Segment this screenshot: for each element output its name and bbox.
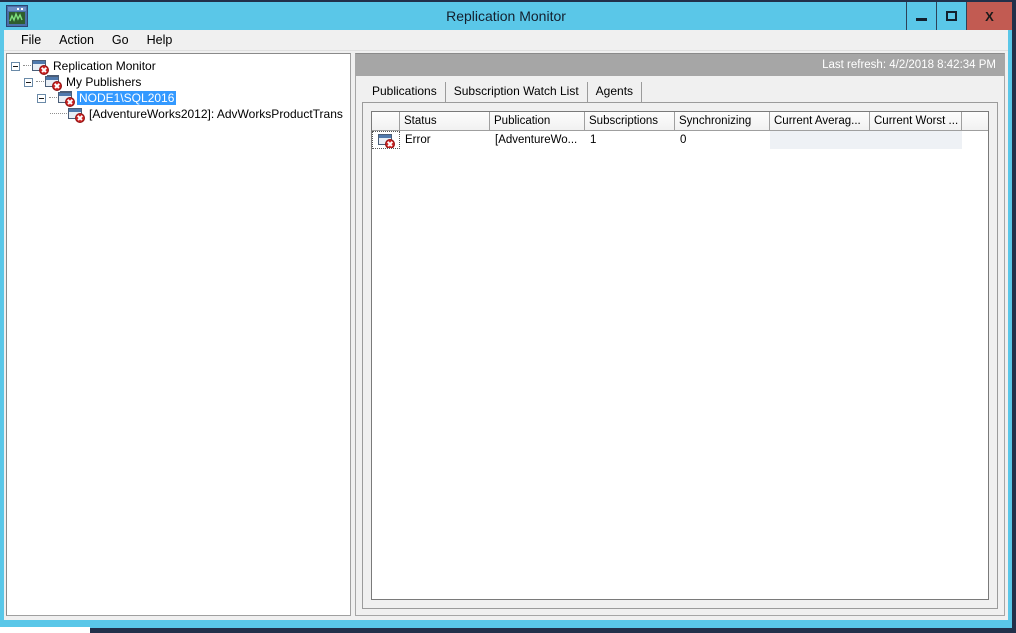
tree-item-label: [AdventureWorks2012]: AdvWorksProductTra…	[87, 107, 345, 121]
tree-item-label: Replication Monitor	[51, 59, 158, 73]
taskbar-sliver	[0, 627, 90, 633]
tab-subscription-watch-list[interactable]: Subscription Watch List	[446, 82, 588, 102]
publisher-error-icon	[58, 91, 74, 106]
tree-root: Replication Monitor	[7, 54, 350, 122]
table-row[interactable]: Error [AdventureWo... 1 0	[372, 131, 988, 149]
monitor-error-icon	[32, 59, 48, 74]
cell-current-average	[770, 131, 870, 149]
menu-bar: File Action Go Help	[4, 30, 1008, 51]
column-header-filler	[962, 112, 988, 131]
column-header-synchronizing[interactable]: Synchronizing	[675, 112, 770, 131]
listview-rows: Error [AdventureWo... 1 0	[372, 131, 988, 149]
publications-listview[interactable]: Status Publication Subscriptions Synchro…	[371, 111, 989, 600]
tree-item-label: My Publishers	[64, 75, 143, 89]
close-button[interactable]: X	[966, 2, 1012, 30]
menu-file[interactable]: File	[12, 31, 50, 49]
desktop-background: Replication Monitor X File Action Go	[0, 0, 1016, 633]
column-header-subscriptions[interactable]: Subscriptions	[585, 112, 675, 131]
cell-synchronizing: 0	[675, 131, 770, 149]
tree-item-node1-sql2016[interactable]: NODE1\SQL2016	[11, 90, 350, 106]
maximize-icon	[946, 11, 957, 21]
publication-error-icon	[378, 133, 394, 148]
tree-connector	[23, 65, 31, 67]
window-client-area: File Action Go Help	[4, 30, 1008, 620]
column-header-icon[interactable]	[372, 112, 400, 131]
tree-item-adventureworks-publication[interactable]: [AdventureWorks2012]: AdvWorksProductTra…	[11, 106, 350, 122]
column-header-publication[interactable]: Publication	[490, 112, 585, 131]
tree-connector	[36, 81, 44, 83]
cell-subscriptions: 1	[585, 131, 675, 149]
content-pane: Last refresh: 4/2/2018 8:42:34 PM Public…	[355, 53, 1005, 616]
last-refresh-bar: Last refresh: 4/2/2018 8:42:34 PM	[356, 54, 1004, 76]
tab-strip: Publications Subscription Watch List Age…	[356, 80, 1004, 102]
replication-monitor-window: Replication Monitor X File Action Go	[0, 2, 1012, 628]
last-refresh-text: Last refresh: 4/2/2018 8:42:34 PM	[822, 59, 996, 71]
column-header-current-average[interactable]: Current Averag...	[770, 112, 870, 131]
cell-status: Error	[400, 131, 490, 149]
window-controls: X	[906, 2, 1012, 30]
title-bar: Replication Monitor X	[0, 2, 1012, 30]
window-title: Replication Monitor	[0, 8, 1012, 24]
tree-item-my-publishers[interactable]: My Publishers	[11, 74, 350, 90]
tab-publications[interactable]: Publications	[364, 82, 446, 102]
tab-panel-publications: Status Publication Subscriptions Synchro…	[362, 102, 998, 609]
menu-go[interactable]: Go	[103, 31, 138, 49]
split-container: Replication Monitor	[4, 51, 1008, 620]
publishers-error-icon	[45, 75, 61, 90]
menu-help[interactable]: Help	[138, 31, 182, 49]
tab-agents[interactable]: Agents	[588, 82, 642, 102]
publication-error-icon	[68, 107, 84, 122]
maximize-button[interactable]	[936, 2, 966, 30]
tree-item-replication-monitor[interactable]: Replication Monitor	[11, 58, 350, 74]
tree-item-label: NODE1\SQL2016	[77, 91, 176, 105]
minimize-button[interactable]	[906, 2, 936, 30]
expander-icon[interactable]	[24, 78, 33, 87]
column-header-status[interactable]: Status	[400, 112, 490, 131]
cell-publication: [AdventureWo...	[490, 131, 585, 149]
menu-action[interactable]: Action	[50, 31, 103, 49]
cell-current-worst	[870, 131, 962, 149]
minimize-icon	[916, 18, 927, 21]
expander-icon[interactable]	[11, 62, 20, 71]
navigation-tree-pane[interactable]: Replication Monitor	[6, 53, 351, 616]
close-icon: X	[985, 9, 994, 24]
tree-connector	[49, 97, 57, 99]
monitor-chart-icon	[6, 5, 28, 27]
column-header-current-worst[interactable]: Current Worst ...	[870, 112, 962, 131]
tree-connector	[50, 113, 67, 115]
expander-icon[interactable]	[37, 94, 46, 103]
listview-header: Status Publication Subscriptions Synchro…	[372, 112, 988, 131]
row-status-icon-cell	[372, 131, 400, 149]
